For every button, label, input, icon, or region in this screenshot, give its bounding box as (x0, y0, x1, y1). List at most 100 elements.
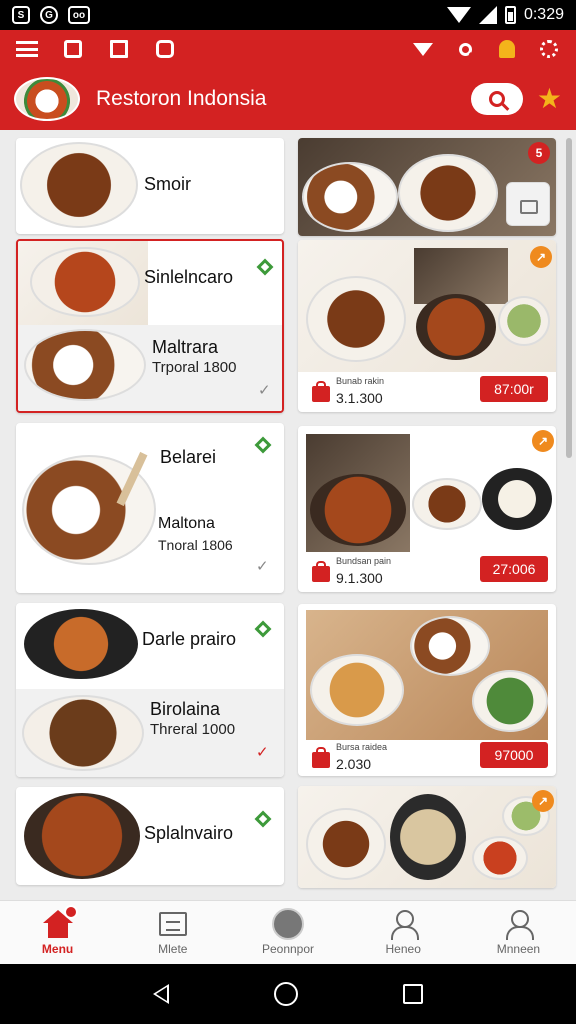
status-right-icons: 0:329 (446, 6, 564, 24)
dish-plate (412, 478, 482, 530)
menu-card-left-2[interactable]: Sinlelncaro Maltrara Trporal 1800 ✓ (16, 239, 284, 413)
check-icon[interactable]: ✓ (258, 381, 271, 399)
search-small-icon[interactable] (454, 38, 476, 60)
nav-label: Peonnpor (261, 942, 315, 956)
nav-label: Menu (41, 942, 74, 956)
menu-grid: Smoir Sinlelncaro Maltrara Trporal 1800 … (0, 130, 576, 900)
dish-plate-2 (498, 296, 550, 346)
dish-price: 9.1.300 (336, 570, 383, 586)
header-title-row: Restoron Indonsia ★ (0, 68, 576, 130)
bottom-navigation: Menu Mlete Peonnpor Heneo Mnneen (0, 900, 576, 964)
dish-plate-2 (410, 616, 490, 676)
dish-name: Smoir (144, 174, 192, 194)
status-time: 0:329 (523, 6, 564, 23)
recent-apps-icon[interactable] (403, 984, 424, 1004)
dish-plate-1 (310, 654, 404, 726)
menu-list-icon (158, 912, 187, 936)
dish-label: Bursa raidea (336, 742, 388, 752)
dish-plate-2 (398, 154, 498, 232)
sub-dish-name: Maltona (158, 515, 215, 532)
price-button[interactable]: 87:00r (480, 376, 548, 402)
settings-icon[interactable] (538, 38, 560, 60)
sub-dish-price: Trporal 1800 (152, 359, 237, 376)
menu-card-left-3[interactable]: Belarei Maltona Tnoral 1806 ✓ (16, 423, 284, 593)
check-icon[interactable]: ✓ (256, 743, 269, 761)
price-button[interactable]: 97000 (480, 742, 548, 768)
profile-circle-icon (272, 908, 304, 940)
dish-label: Bunab rakin (336, 376, 385, 386)
dish-image-bottom (22, 695, 144, 771)
battery-icon (504, 6, 516, 24)
dish-plate-1 (302, 162, 398, 232)
sub-dish-name: Maltrara (152, 337, 219, 357)
nav-label: Mnneen (496, 942, 541, 956)
bag-icon[interactable] (312, 561, 330, 582)
dish-image-top (30, 247, 140, 317)
home-circle-icon[interactable] (273, 982, 298, 1006)
trend-badge: ↗ (530, 246, 552, 268)
sub-dish-price: Tnoral 1806 (158, 537, 233, 553)
scrollbar[interactable] (566, 138, 572, 458)
dish-name: Darle prairo (142, 629, 237, 649)
menu-card-right-5[interactable]: ↗ (298, 786, 556, 888)
menu-card-right-4[interactable]: Bursa raidea 2.030 97000 (298, 604, 556, 776)
search-button[interactable] (470, 83, 523, 115)
favorite-star-icon[interactable]: ★ (537, 85, 562, 113)
dish-price: 3.1.300 (336, 390, 383, 406)
nav-label: Heneo (385, 942, 421, 956)
dish-plate-2 (472, 836, 528, 880)
sub-dish-name: Birolaina (150, 699, 221, 719)
bag-icon[interactable] (312, 381, 330, 402)
user-icon[interactable] (496, 38, 518, 60)
nav-heneo[interactable]: Heneo (346, 901, 461, 964)
green-tag-icon (254, 620, 272, 638)
price-button[interactable]: 27:006 (480, 556, 548, 582)
restaurant-logo (14, 77, 80, 121)
nav-peonnpor[interactable]: Peonnpor (230, 901, 345, 964)
menu-card-left-4[interactable]: Darle prairo Birolaina Threral 1000 ✓ (16, 603, 284, 777)
dish-bowl (390, 794, 466, 880)
nav-notification-badge (64, 905, 78, 919)
dish-image (20, 142, 138, 228)
header-toolbar (0, 30, 576, 68)
screen: S G oo 0:329 Restoron Indonsia ★ Smoir S… (0, 0, 576, 1024)
calendar-icon[interactable] (108, 38, 130, 60)
back-icon[interactable] (152, 984, 169, 1004)
menu-card-right-1[interactable]: 5 (298, 138, 556, 236)
dish-bowl-2 (482, 468, 552, 530)
menu-card-right-3[interactable]: ↗ Bundsan pain 9.1.300 27:006 (298, 426, 556, 592)
dish-name: Sinlelncaro (144, 267, 234, 287)
bag-icon (520, 200, 538, 214)
trend-badge: ↗ (532, 790, 554, 812)
save-button[interactable] (506, 182, 550, 226)
dish-price: 2.030 (336, 756, 372, 772)
notification-badge: 5 (528, 142, 550, 164)
cart-icon[interactable] (62, 38, 84, 60)
message-icon: oo (68, 6, 90, 24)
dish-bowl (416, 294, 496, 360)
dish-image (24, 793, 140, 879)
menu-card-right-2[interactable]: ↗ Bunab rakin 3.1.300 87:00r (298, 240, 556, 412)
menu-card-left-1[interactable]: Smoir (16, 138, 284, 234)
dish-plate-1 (306, 808, 386, 880)
system-navigation-bar (0, 964, 576, 1024)
menu-icon[interactable] (16, 38, 38, 60)
gift-icon[interactable] (154, 38, 176, 60)
status-bar: S G oo 0:329 (0, 0, 576, 30)
wifi-header-icon[interactable] (412, 38, 434, 60)
bag-icon[interactable] (312, 747, 330, 768)
nav-mlete[interactable]: Mlete (115, 901, 230, 964)
menu-card-left-5[interactable]: Splalnvairo (16, 787, 284, 885)
dish-image-top (24, 609, 138, 679)
green-tag-icon (256, 258, 274, 276)
nav-menu[interactable]: Menu (0, 901, 115, 964)
nav-mnneen[interactable]: Mnneen (461, 901, 576, 964)
wifi-icon (446, 7, 471, 23)
dish-plate-3 (472, 670, 548, 732)
trend-badge: ↗ (532, 430, 554, 452)
app-header: Restoron Indonsia ★ (0, 30, 576, 130)
dish-bowl-1 (310, 474, 406, 546)
sync-icon: G (40, 6, 58, 24)
person-icon (389, 910, 420, 940)
check-icon[interactable]: ✓ (256, 557, 269, 575)
